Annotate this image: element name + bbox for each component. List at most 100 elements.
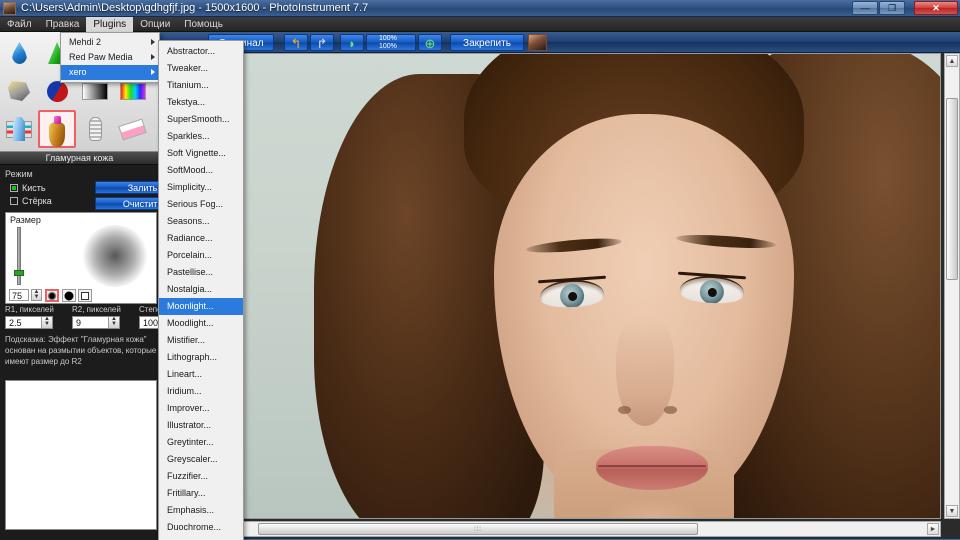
- tube-icon: [6, 116, 32, 142]
- iris-left: [559, 283, 585, 309]
- menu-item-red-paw-media[interactable]: Red Paw Media: [61, 50, 159, 65]
- undo-button[interactable]: ↰: [284, 34, 308, 51]
- menu-plugins[interactable]: Plugins: [86, 17, 134, 32]
- menu-edit[interactable]: Правка: [39, 17, 87, 32]
- maximize-button[interactable]: ❐: [879, 1, 905, 15]
- size-value-input[interactable]: 75: [9, 289, 29, 301]
- mode-label: Режим: [5, 169, 33, 179]
- app-icon: [3, 2, 16, 15]
- xero-menu-item[interactable]: Emphasis...: [159, 502, 243, 519]
- scroll-right-button[interactable]: ►: [927, 523, 939, 535]
- title-bar: C:\Users\Admin\Desktop\gdhgfjf.jpg - 150…: [0, 0, 960, 17]
- radio-brush-label: Кисть: [22, 183, 46, 193]
- soft-brush-icon: [47, 291, 57, 300]
- bulb-tool[interactable]: [76, 110, 114, 148]
- close-button[interactable]: ✕: [914, 1, 958, 15]
- xero-menu-item[interactable]: Mistifier...: [159, 332, 243, 349]
- scroll-up-button[interactable]: ▲: [946, 55, 958, 67]
- size-slider-thumb[interactable]: [14, 270, 24, 276]
- redo-button[interactable]: ↱: [310, 34, 334, 51]
- xero-menu-item[interactable]: Illustrator...: [159, 417, 243, 434]
- xero-menu-item[interactable]: Serious Fog...: [159, 196, 243, 213]
- xero-menu-item[interactable]: Seasons...: [159, 213, 243, 230]
- xero-menu-item[interactable]: Soft Vignette...: [159, 145, 243, 162]
- image-viewport[interactable]: [163, 53, 941, 519]
- size-slider-track[interactable]: [17, 227, 21, 285]
- menu-bar: Файл Правка Plugins Опции Помощь: [0, 17, 960, 32]
- stone-tool[interactable]: [0, 72, 38, 110]
- zoom-button[interactable]: ◗: [340, 34, 364, 51]
- xero-menu-item[interactable]: Greytinter...: [159, 434, 243, 451]
- scroll-down-button[interactable]: ▼: [946, 505, 958, 517]
- zoom-in-button[interactable]: ⊕: [418, 34, 442, 51]
- water-drop-tool[interactable]: [0, 34, 38, 72]
- xero-menu-item[interactable]: Greyscaler...: [159, 451, 243, 468]
- field-r2-input[interactable]: 9 ▲ ▼: [72, 316, 120, 329]
- xero-menu-item[interactable]: Improver...: [159, 400, 243, 417]
- redo-icon: ↱: [316, 36, 328, 51]
- xero-menu-item[interactable]: Sparkles...: [159, 128, 243, 145]
- lip-line: [598, 465, 706, 467]
- menu-item-xero[interactable]: xero: [61, 65, 159, 80]
- xero-menu-item[interactable]: Fuzzifier...: [159, 468, 243, 485]
- zoom-percent-display[interactable]: 100% 100%: [366, 34, 416, 51]
- nostril-left: [618, 406, 631, 414]
- horizontal-scroll-thumb[interactable]: ⦙⦙⦙: [258, 523, 698, 535]
- vertical-scroll-thumb[interactable]: [946, 98, 958, 280]
- menu-help[interactable]: Помощь: [177, 17, 230, 32]
- hint-text: Подсказка: Эффект "Гламурная кожа" основ…: [5, 335, 157, 366]
- field-r1-value: 2.5: [9, 318, 22, 328]
- xero-menu-item[interactable]: SuperSmooth...: [159, 111, 243, 128]
- minimize-button[interactable]: —: [852, 1, 878, 15]
- xero-menu-item[interactable]: Tweaker...: [159, 60, 243, 77]
- field-r1-input[interactable]: 2.5 ▲ ▼: [5, 316, 53, 329]
- xero-menu-item[interactable]: Titanium...: [159, 77, 243, 94]
- bottle-icon: [44, 116, 70, 147]
- tool-options-panel: Гламурная кожа Режим Кисть Стёрка Залить…: [0, 152, 190, 540]
- vertical-scrollbar[interactable]: ▲ ▼: [944, 53, 960, 519]
- xero-menu-item[interactable]: Fritillary...: [159, 485, 243, 502]
- horizontal-scrollbar[interactable]: ◄ ⦙⦙⦙ ►: [163, 521, 941, 537]
- menu-file[interactable]: Файл: [0, 17, 39, 32]
- xero-menu-item[interactable]: Duochrome...: [159, 519, 243, 536]
- radio-brush[interactable]: Кисть: [10, 183, 46, 193]
- xero-menu-item[interactable]: Moodlight...: [159, 315, 243, 332]
- field-degree-value: 100: [143, 318, 159, 328]
- hard-brush-icon: [64, 291, 74, 300]
- pin-button[interactable]: Закрепить: [450, 34, 524, 51]
- xero-menu-item[interactable]: Nostalgia...: [159, 281, 243, 298]
- menu-options[interactable]: Опции: [133, 17, 177, 32]
- soft-round-brush-button[interactable]: [45, 289, 59, 302]
- tube-tool[interactable]: [0, 110, 38, 148]
- lips: [596, 446, 708, 490]
- xero-menu-item[interactable]: Tekstya...: [159, 94, 243, 111]
- xero-menu-item[interactable]: Simplicity...: [159, 179, 243, 196]
- xero-menu-item[interactable]: Pastellise...: [159, 264, 243, 281]
- image-thumbnail[interactable]: [528, 34, 547, 51]
- xero-menu-item[interactable]: Radiance...: [159, 230, 243, 247]
- xero-menu-item[interactable]: Iridium...: [159, 383, 243, 400]
- xero-menu-item[interactable]: Porcelain...: [159, 247, 243, 264]
- field-r1-stepper[interactable]: ▲ ▼: [41, 317, 52, 328]
- xero-menu-item[interactable]: Abstractor...: [159, 43, 243, 60]
- xero-menu-item[interactable]: Lithograph...: [159, 349, 243, 366]
- glamour-skin-tool[interactable]: [38, 110, 76, 148]
- square-brush-button[interactable]: [78, 289, 92, 302]
- xero-menu-item[interactable]: Cubism...: [159, 536, 243, 540]
- radio-eraser[interactable]: Стёрка: [10, 196, 52, 206]
- xero-menu-item[interactable]: Moonlight...: [159, 298, 243, 315]
- canvas-area: ▲ ▼ ◄ ⦙⦙⦙ ►: [160, 53, 960, 540]
- xero-menu-item[interactable]: Lineart...: [159, 366, 243, 383]
- menu-item-mehdi2-label: Mehdi 2: [69, 37, 102, 47]
- xero-menu-item[interactable]: SoftMood...: [159, 162, 243, 179]
- window-title: C:\Users\Admin\Desktop\gdhgfjf.jpg - 150…: [21, 2, 369, 14]
- hard-round-brush-button[interactable]: [62, 289, 76, 302]
- size-stepper[interactable]: ▲ ▼: [31, 289, 42, 301]
- menu-item-mehdi2[interactable]: Mehdi 2: [61, 35, 159, 50]
- chevron-right-icon: [151, 54, 155, 60]
- field-r2-stepper[interactable]: ▲ ▼: [108, 317, 119, 328]
- eraser-tool[interactable]: [114, 110, 152, 148]
- field-r2: R2, пикселей 9 ▲ ▼: [72, 305, 121, 329]
- radio-eraser-box: [10, 197, 18, 205]
- portrait-photo[interactable]: [164, 54, 940, 518]
